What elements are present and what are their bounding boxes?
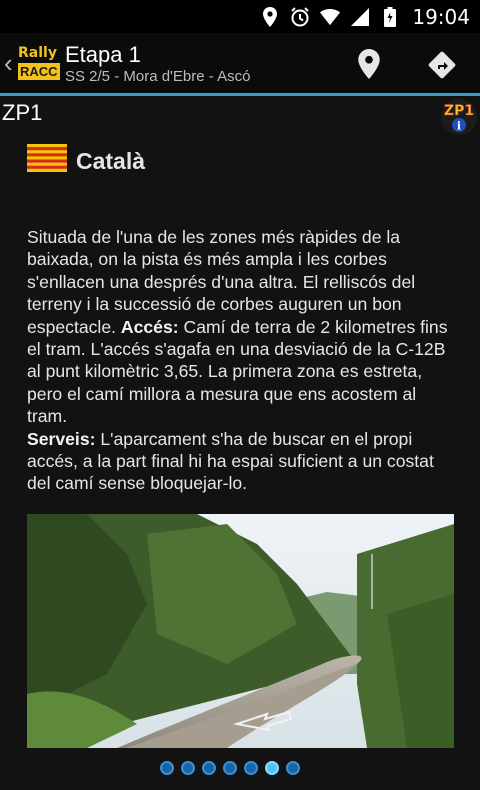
signal-icon bbox=[350, 7, 370, 27]
location-pin-icon bbox=[358, 49, 380, 79]
pager-dot[interactable] bbox=[181, 761, 195, 775]
location-icon bbox=[260, 6, 280, 27]
page-indicator[interactable] bbox=[160, 761, 300, 775]
pager-dot[interactable] bbox=[160, 761, 174, 775]
page-title: Etapa 1 bbox=[65, 42, 141, 67]
pager-dot[interactable] bbox=[223, 761, 237, 775]
status-bar: 19:04 bbox=[0, 0, 480, 33]
access-label: Accés: bbox=[120, 316, 179, 337]
services-label: Serveis: bbox=[27, 428, 96, 449]
page-subtitle: SS 2/5 - Mora d'Ebre - Ascó bbox=[65, 68, 251, 85]
pager-dot[interactable] bbox=[265, 761, 279, 775]
location-pin-button[interactable] bbox=[355, 49, 383, 79]
directions-icon bbox=[428, 51, 456, 79]
pager-dot[interactable] bbox=[286, 761, 300, 775]
directions-button[interactable] bbox=[427, 50, 457, 80]
back-chevron-icon[interactable]: ‹ bbox=[4, 50, 13, 76]
badge-text: ZP1 bbox=[444, 103, 474, 119]
zone-info-badge[interactable]: ZP1 i bbox=[440, 98, 478, 136]
pager-dot[interactable] bbox=[244, 761, 258, 775]
zone-photo[interactable] bbox=[27, 514, 454, 748]
info-icon: i bbox=[457, 120, 461, 133]
battery-icon bbox=[380, 6, 400, 27]
zone-description: Situada de l'una de les zones més ràpide… bbox=[27, 226, 457, 495]
language-heading: Català bbox=[76, 148, 146, 174]
rally-racc-logo[interactable]: Rally RACC bbox=[18, 45, 60, 83]
clock: 19:04 bbox=[412, 4, 470, 29]
pager-dot[interactable] bbox=[202, 761, 216, 775]
zone-detail: ZP1 ZP1 i Català Situada de l'una de les… bbox=[0, 96, 480, 790]
logo-line1: Rally bbox=[18, 45, 57, 61]
catalan-flag-icon bbox=[27, 144, 67, 172]
alarm-icon bbox=[290, 6, 310, 27]
app-bar: ‹ Rally RACC Etapa 1 SS 2/5 - Mora d'Ebr… bbox=[0, 33, 480, 93]
logo-line2: RACC bbox=[18, 63, 60, 80]
wifi-icon bbox=[320, 7, 341, 27]
zone-title: ZP1 bbox=[2, 100, 43, 125]
